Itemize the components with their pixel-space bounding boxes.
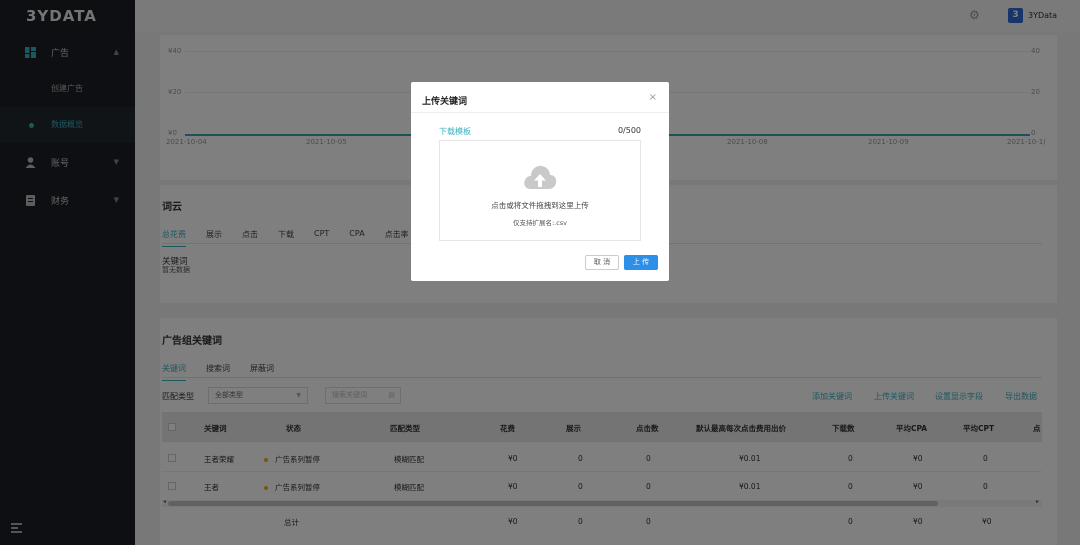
file-dropzone[interactable]: 点击或将文件拖拽到这里上传 仅支持扩展名:.csv (439, 140, 641, 241)
upload-button[interactable]: 上 传 (624, 255, 658, 270)
dialog-header-divider (411, 112, 669, 113)
dropzone-hint: 点击或将文件拖拽到这里上传 (491, 201, 589, 210)
close-icon[interactable]: × (649, 92, 657, 103)
dropzone-extension-note: 仅支持扩展名:.csv (512, 219, 568, 227)
upload-keywords-dialog: 上传关键词 × 下载模板 0/500 点击或将文件拖拽到这里上传 仅支持扩展名:… (411, 82, 669, 281)
dialog-title: 上传关键词 (422, 97, 468, 107)
download-template-link[interactable]: 下载模板 (439, 126, 471, 137)
cancel-button[interactable]: 取 消 (585, 255, 619, 270)
cloud-upload-icon (524, 165, 557, 189)
keyword-count: 0/500 (617, 126, 641, 135)
